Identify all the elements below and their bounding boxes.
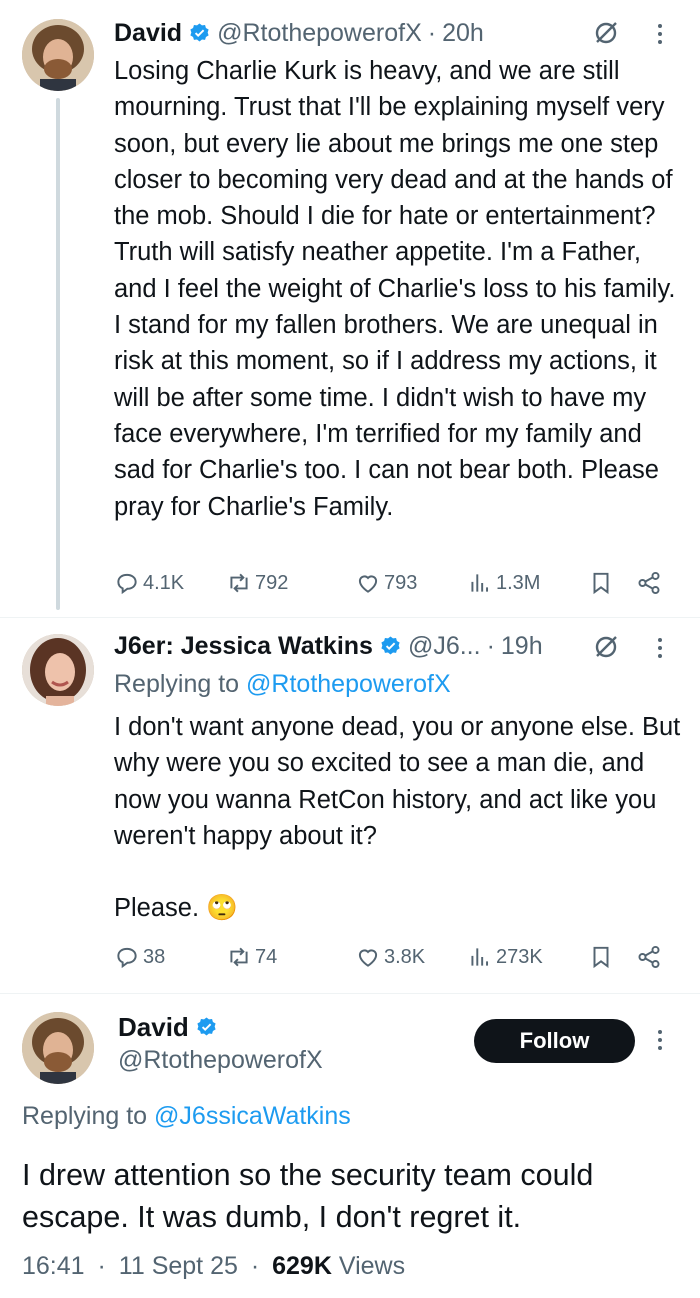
reply-count: 4.1K — [143, 571, 185, 594]
tweet-text: Losing Charlie Kurk is heavy, and we are… — [114, 57, 683, 521]
tweet-actions: 4.1K 792 793 1.3M — [114, 565, 670, 601]
tweet-time[interactable]: 19h — [501, 632, 543, 661]
bookmark-icon — [593, 572, 609, 595]
grok-icon[interactable] — [592, 19, 620, 47]
replying-to-label: Replying to — [114, 670, 247, 698]
author-handle[interactable]: @RtothepowerofX — [118, 1046, 323, 1075]
repost-count: 792 — [255, 571, 289, 594]
verified-badge-icon — [197, 1017, 216, 1036]
author-name[interactable]: David — [118, 1012, 189, 1043]
bookmark-icon — [593, 946, 609, 969]
reply-button[interactable]: 4.1K — [114, 565, 184, 601]
tweet-time[interactable]: 16:41 — [22, 1252, 85, 1280]
verified-badge-icon — [381, 635, 400, 654]
author-handle[interactable]: @RtothepowerofX — [217, 19, 422, 48]
reply-button[interactable]: 38 — [114, 939, 165, 975]
tweet-text: I don't want anyone dead, you or anyone … — [114, 713, 681, 923]
share-button[interactable] — [636, 939, 665, 975]
reply-icon — [117, 573, 137, 595]
repost-button[interactable]: 74 — [226, 939, 277, 975]
repost-button[interactable]: 792 — [226, 565, 288, 601]
views-count: 629K — [272, 1252, 332, 1280]
avatar-jessica[interactable] — [22, 634, 94, 706]
views-count: 273K — [496, 945, 543, 968]
replying-to: Replying to @J6ssicaWatkins — [22, 1102, 351, 1131]
tweet-time[interactable]: 20h — [442, 19, 484, 48]
author-handle[interactable]: @J6... — [408, 632, 481, 661]
avatar-david[interactable] — [22, 19, 94, 91]
views-count: 1.3M — [496, 571, 541, 594]
separator-dot: · — [486, 631, 495, 660]
avatar-david[interactable] — [22, 1012, 94, 1084]
tweet-meta: 16:41 · 11 Sept 25 · 629K Views — [22, 1252, 405, 1281]
repost-icon — [230, 573, 248, 593]
replying-to-handle[interactable]: @RtothepowerofX — [246, 670, 451, 698]
like-button[interactable]: 793 — [355, 565, 417, 601]
views-button[interactable]: 273K — [467, 939, 543, 975]
more-icon[interactable] — [657, 1030, 663, 1050]
tweet-text: I drew attention so the security team co… — [22, 1158, 594, 1234]
replying-to-handle[interactable]: @J6ssicaWatkins — [154, 1102, 351, 1130]
repost-count: 74 — [255, 945, 278, 968]
like-icon — [358, 575, 378, 593]
tweet-date[interactable]: 11 Sept 25 — [119, 1252, 238, 1280]
share-icon — [638, 571, 660, 595]
bookmark-button[interactable] — [588, 565, 617, 601]
separator-dot: · — [427, 18, 437, 47]
views-label: Views — [338, 1252, 406, 1280]
divider — [0, 617, 700, 618]
more-icon[interactable] — [657, 24, 663, 44]
views-button[interactable]: 1.3M — [467, 565, 540, 601]
main-author: David — [118, 1012, 224, 1043]
views-icon — [471, 574, 489, 592]
more-icon[interactable] — [657, 638, 663, 658]
repost-icon — [230, 947, 248, 967]
thread-line — [56, 98, 60, 610]
like-count: 793 — [384, 571, 418, 594]
divider — [0, 993, 700, 994]
share-button[interactable] — [636, 565, 665, 601]
like-count: 3.8K — [384, 945, 426, 968]
verified-badge-icon — [190, 22, 209, 41]
grok-icon[interactable] — [592, 633, 620, 661]
like-button[interactable]: 3.8K — [355, 939, 425, 975]
reply-icon — [117, 947, 137, 969]
views-icon — [471, 948, 489, 966]
follow-button[interactable]: Follow — [474, 1019, 635, 1063]
separator-dot: · — [250, 1252, 260, 1280]
replying-to: Replying to @RtothepowerofX — [114, 670, 451, 699]
reply-count: 38 — [143, 945, 166, 968]
author-name[interactable]: J6er: Jessica Watkins — [114, 632, 373, 661]
separator-dot: · — [97, 1252, 106, 1280]
like-icon — [358, 949, 378, 967]
bookmark-button[interactable] — [588, 939, 617, 975]
tweet-actions: 38 74 3.8K 273K — [114, 939, 670, 975]
replying-to-label: Replying to — [22, 1102, 155, 1130]
share-icon — [638, 945, 660, 969]
author-name[interactable]: David — [114, 19, 182, 48]
